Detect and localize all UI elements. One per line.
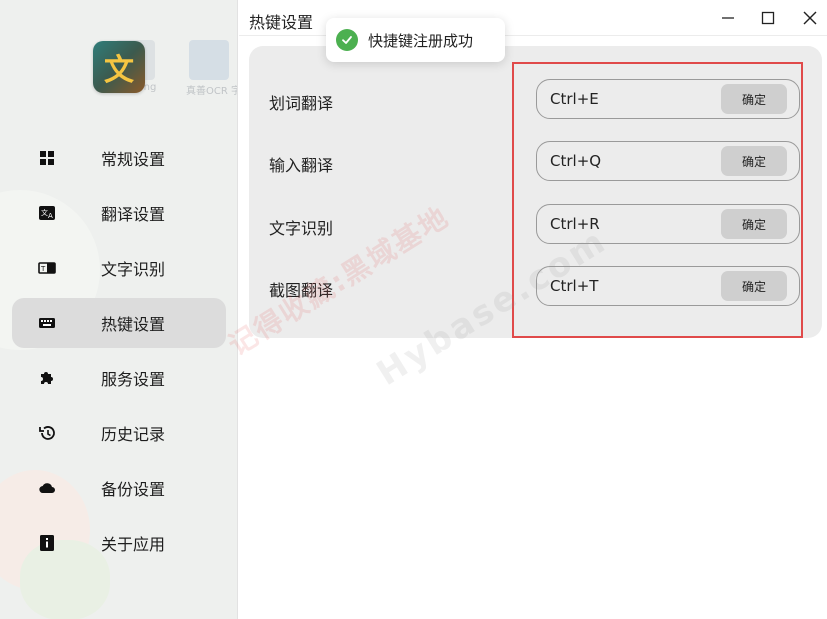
sidebar-item-backup[interactable]: 备份设置 xyxy=(12,463,226,513)
check-circle-icon xyxy=(336,29,358,51)
translate-icon: 文A xyxy=(38,204,56,222)
keyboard-icon xyxy=(38,314,56,332)
sidebar-item-hotkey[interactable]: 热键设置 xyxy=(12,298,226,348)
svg-text:文: 文 xyxy=(41,208,48,217)
svg-text:A: A xyxy=(48,212,53,220)
window-title: 热键设置 xyxy=(249,13,314,32)
app-logo: 文 xyxy=(93,41,145,93)
close-icon xyxy=(803,11,817,25)
success-toast: 快捷键注册成功 xyxy=(326,18,505,62)
desktop-file-icon: 真善OCR 字识别.png xyxy=(186,40,237,97)
cloud-icon xyxy=(38,479,56,497)
sidebar-item-label: 翻译设置 xyxy=(101,205,166,224)
history-icon xyxy=(38,424,56,442)
ocr-icon: T xyxy=(38,259,56,277)
hotkey-label-ocr: 文字识别 xyxy=(269,219,334,238)
sidebar-item-label: 文字识别 xyxy=(101,260,166,279)
sidebar-item-ocr[interactable]: T 文字识别 xyxy=(12,243,226,293)
sidebar-item-translate[interactable]: 文A 翻译设置 xyxy=(12,188,226,238)
minimize-button[interactable] xyxy=(713,4,743,32)
close-button[interactable] xyxy=(795,4,825,32)
sidebar-item-label: 历史记录 xyxy=(101,425,166,444)
sidebar-item-label: 服务设置 xyxy=(101,370,166,389)
sidebar-item-label: 关于应用 xyxy=(101,535,166,554)
info-icon xyxy=(38,534,56,552)
hotkey-label-selection: 划词翻译 xyxy=(269,94,334,113)
maximize-icon xyxy=(761,11,775,25)
puzzle-icon xyxy=(38,369,56,387)
sidebar-item-general[interactable]: 常规设置 xyxy=(12,133,226,183)
sidebar-item-about[interactable]: 关于应用 xyxy=(12,518,226,568)
sidebar-item-label: 备份设置 xyxy=(101,480,166,499)
toast-message: 快捷键注册成功 xyxy=(368,31,474,50)
desktop-file-label: 真善OCR 字识别.png xyxy=(186,86,237,97)
minimize-icon xyxy=(722,17,734,19)
grid-icon xyxy=(38,149,56,167)
sidebar-item-history[interactable]: 历史记录 xyxy=(12,408,226,458)
hotkey-label-input: 输入翻译 xyxy=(269,156,334,175)
maximize-button[interactable] xyxy=(753,4,783,32)
highlight-box xyxy=(512,62,803,338)
sidebar-item-label: 常规设置 xyxy=(101,150,166,169)
svg-text:T: T xyxy=(40,265,46,273)
sidebar: jpos.png 真善OCR 字识别.png 文 常规设置 文A 翻译设置 T … xyxy=(0,0,238,619)
app-logo-glyph: 文 xyxy=(104,53,134,88)
sidebar-nav: 常规设置 文A 翻译设置 T 文字识别 热键设置 服务设置 历史记录 备份设置 … xyxy=(12,133,226,573)
sidebar-item-service[interactable]: 服务设置 xyxy=(12,353,226,403)
sidebar-item-label: 热键设置 xyxy=(101,315,166,334)
